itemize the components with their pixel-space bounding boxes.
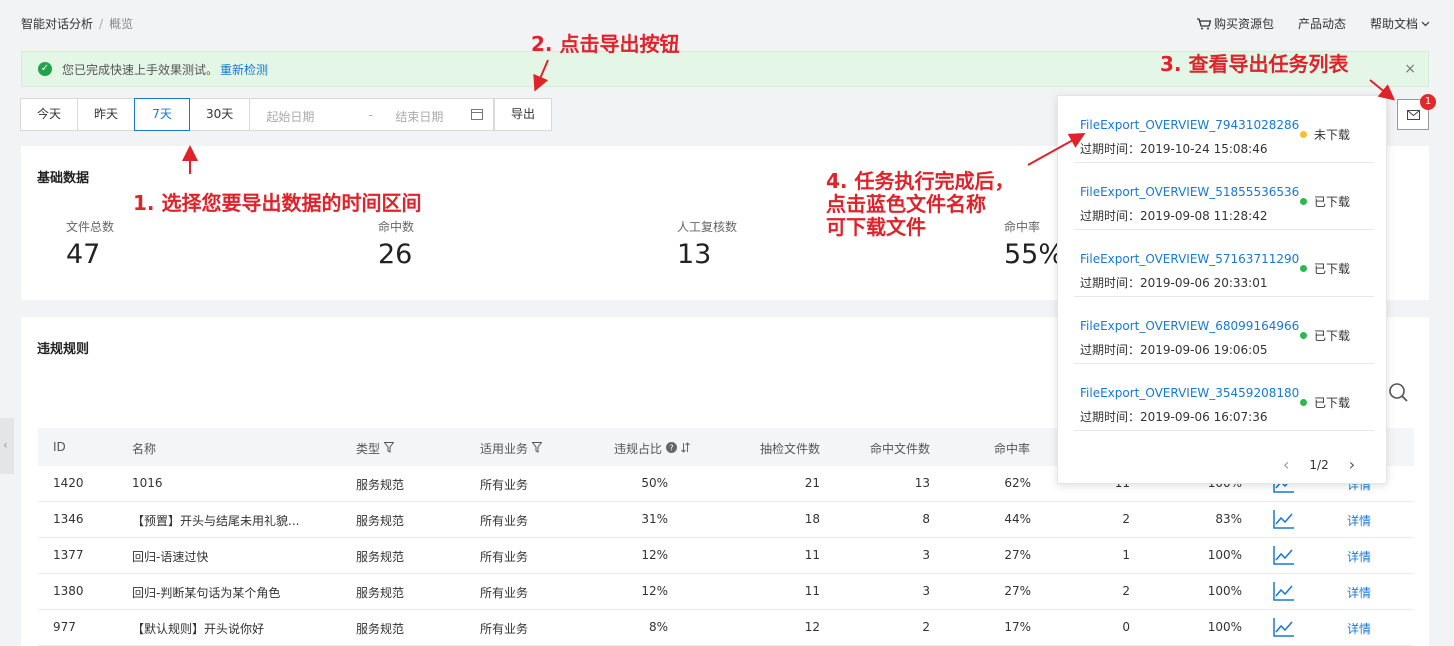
arrow-step-3 bbox=[1369, 79, 1396, 101]
annotation-arrows bbox=[182, 59, 1396, 174]
range-7d-button[interactable]: 7天 bbox=[134, 98, 191, 131]
arrow-step-4 bbox=[1027, 133, 1086, 166]
arrow-step-2 bbox=[533, 59, 549, 92]
